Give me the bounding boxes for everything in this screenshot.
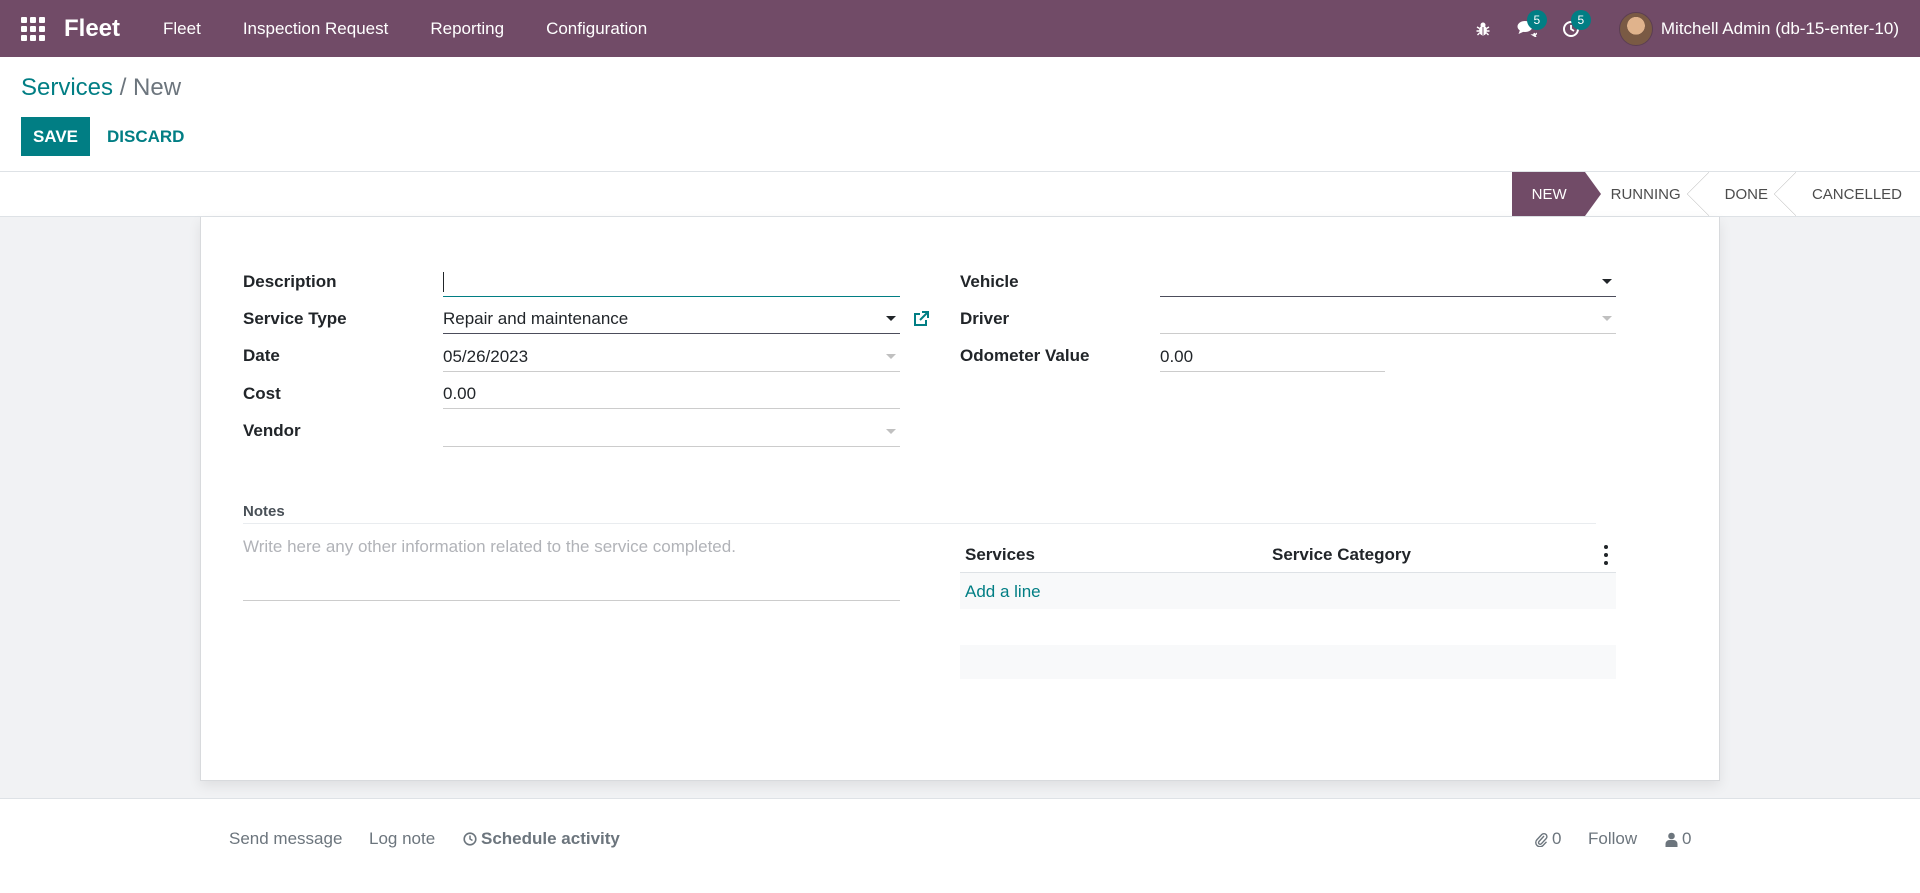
add-line-link[interactable]: Add a line <box>965 582 1041 602</box>
notes-label: Notes <box>243 503 285 520</box>
user-menu[interactable]: Mitchell Admin (db-15-enter-10) <box>1618 11 1899 46</box>
discard-button[interactable]: DISCARD <box>100 117 191 156</box>
stage-pipeline: NEW RUNNING DONE CANCELLED <box>1511 172 1920 216</box>
debug-bug-icon[interactable] <box>1461 0 1505 57</box>
log-note-button[interactable]: Log note <box>369 829 435 849</box>
driver-select[interactable] <box>1160 304 1616 334</box>
table-row: Add a line <box>960 573 1616 609</box>
attachments-count: 0 <box>1552 829 1562 848</box>
followers-count: 0 <box>1682 829 1692 848</box>
stage-new[interactable]: NEW <box>1511 172 1601 216</box>
service-type-label: Service Type <box>243 309 347 328</box>
attachments-button[interactable]: 0 <box>1534 829 1561 849</box>
form-sheet <box>200 217 1720 781</box>
breadcrumb-separator: / <box>119 74 127 101</box>
odometer-label: Odometer Value <box>960 346 1090 365</box>
chevron-down-icon <box>886 316 896 321</box>
avatar <box>1618 11 1653 46</box>
vendor-label: Vendor <box>243 421 301 440</box>
menu-inspection-request[interactable]: Inspection Request <box>222 19 410 39</box>
chevron-down-icon <box>1602 316 1612 321</box>
follow-button[interactable]: Follow <box>1588 829 1637 849</box>
notes-placeholder: Write here any other information related… <box>243 537 736 556</box>
clock-icon <box>463 832 477 846</box>
apps-menu-icon[interactable] <box>21 16 45 41</box>
paperclip-icon <box>1535 832 1548 847</box>
messages-badge: 5 <box>1526 10 1547 30</box>
text-cursor <box>443 271 444 292</box>
messages-icon[interactable]: 5 <box>1505 0 1549 57</box>
chevron-down-icon <box>1602 279 1612 284</box>
stage-running[interactable]: RUNNING <box>1601 172 1709 216</box>
column-services[interactable]: Services <box>965 545 1035 565</box>
odometer-value: 0.00 <box>1160 346 1194 366</box>
column-service-category[interactable]: Service Category <box>1272 545 1411 565</box>
chevron-down-icon <box>886 354 896 359</box>
top-navbar: Fleet Fleet Inspection Request Reporting… <box>0 0 1920 57</box>
date-value: 05/26/2023 <box>443 346 529 366</box>
notes-textarea[interactable]: Write here any other information related… <box>243 537 900 601</box>
save-button[interactable]: SAVE <box>21 117 90 156</box>
odometer-input[interactable]: 0.00 <box>1160 342 1385 372</box>
breadcrumb-services-link[interactable]: Services <box>21 74 113 101</box>
date-label: Date <box>243 346 280 365</box>
services-table-header: Services Service Category <box>960 539 1616 573</box>
followers-button[interactable]: 0 <box>1665 829 1691 849</box>
status-bar: NEW RUNNING DONE CANCELLED <box>0 171 1920 217</box>
menu-fleet[interactable]: Fleet <box>142 19 222 39</box>
stage-done[interactable]: DONE <box>1699 172 1797 216</box>
chatter: Send message Log note Schedule activity … <box>0 798 1920 893</box>
driver-label: Driver <box>960 309 1010 328</box>
vendor-select[interactable] <box>443 417 900 447</box>
description-label: Description <box>243 272 337 291</box>
stage-cancelled[interactable]: CANCELLED <box>1786 172 1920 216</box>
menu-reporting[interactable]: Reporting <box>409 19 525 39</box>
schedule-activity-label: Schedule activity <box>481 829 620 848</box>
breadcrumb: Services / New <box>21 74 181 102</box>
table-row <box>960 645 1616 679</box>
vehicle-label: Vehicle <box>960 272 1019 291</box>
breadcrumb-current: New <box>133 74 182 101</box>
vehicle-select[interactable] <box>1160 267 1616 297</box>
menu-configuration[interactable]: Configuration <box>525 19 668 39</box>
service-type-select[interactable]: Repair and maintenance <box>443 304 900 334</box>
activities-clock-icon[interactable]: 5 <box>1549 0 1593 57</box>
activities-badge: 5 <box>1570 10 1591 30</box>
schedule-activity-button[interactable]: Schedule activity <box>463 829 620 849</box>
user-icon <box>1665 832 1678 847</box>
service-type-value: Repair and maintenance <box>443 308 629 328</box>
description-input[interactable] <box>443 267 900 297</box>
navbar-systray: 5 5 Mitchell Admin (db-15-enter-10) <box>1461 0 1920 57</box>
send-message-button[interactable]: Send message <box>229 829 342 849</box>
date-input[interactable]: 05/26/2023 <box>443 342 900 372</box>
user-name: Mitchell Admin (db-15-enter-10) <box>1660 18 1899 38</box>
cost-input[interactable]: 0.00 <box>443 379 900 409</box>
optional-columns-icon[interactable] <box>1602 545 1610 565</box>
chevron-down-icon <box>886 429 896 434</box>
external-link-icon[interactable] <box>912 310 930 328</box>
notes-separator <box>243 523 1596 524</box>
cost-label: Cost <box>243 384 281 403</box>
cost-value: 0.00 <box>443 383 477 403</box>
app-brand[interactable]: Fleet <box>64 15 120 43</box>
